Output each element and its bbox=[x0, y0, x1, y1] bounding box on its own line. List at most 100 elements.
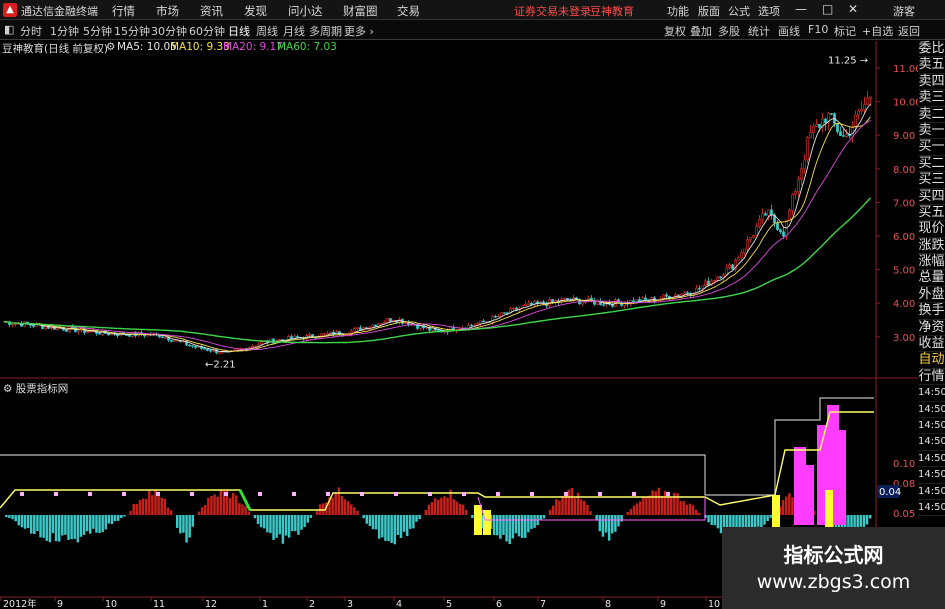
oscillator-bar bbox=[632, 505, 636, 515]
oscillator-bar bbox=[586, 504, 589, 515]
chart-canvas[interactable]: 11.25 →←2.21 11.0010.009.008.007.006.005… bbox=[0, 0, 945, 609]
oscillator-bar bbox=[309, 515, 313, 518]
side-item-earnings[interactable]: 收益 bbox=[918, 336, 945, 353]
side-item-turnover[interactable]: 换手 bbox=[918, 303, 945, 320]
side-item-ask4[interactable]: 卖四 bbox=[918, 74, 945, 91]
oscillator-bar bbox=[412, 515, 415, 529]
candle-body bbox=[209, 350, 212, 352]
oscillator-bar bbox=[203, 505, 207, 515]
oscillator-bar bbox=[33, 515, 36, 535]
side-item-auto[interactable]: 自动 bbox=[918, 352, 945, 369]
side-item-ask3[interactable]: 卖三 bbox=[918, 90, 945, 107]
oscillator-bar bbox=[200, 507, 204, 515]
side-item-bid-ratio[interactable]: 委比 bbox=[918, 41, 945, 58]
signal-dot bbox=[54, 492, 58, 496]
oscillator-bar bbox=[138, 500, 142, 515]
oscillator-bar bbox=[589, 511, 592, 515]
oscillator-bar bbox=[287, 515, 291, 538]
candle-body bbox=[752, 235, 755, 238]
oscillator-bar bbox=[629, 509, 633, 515]
oscillator-bar bbox=[458, 503, 462, 515]
oscillator-bar bbox=[384, 515, 387, 541]
side-item-quote[interactable]: 行情 bbox=[918, 369, 945, 386]
oscillator-bar bbox=[862, 515, 866, 527]
oscillator-bar bbox=[626, 511, 630, 515]
oscillator-bar bbox=[272, 515, 275, 540]
candle-body bbox=[503, 312, 506, 314]
side-item-bid1[interactable]: 买一 bbox=[918, 139, 945, 156]
oscillator-bar bbox=[694, 509, 698, 515]
date-tick-label: 9 bbox=[57, 599, 63, 609]
oscillator-bar bbox=[542, 515, 546, 519]
side-item-bid2[interactable]: 买二 bbox=[918, 156, 945, 173]
signal-spike bbox=[834, 430, 846, 525]
high-marker: 11.25 → bbox=[828, 56, 868, 67]
oscillator-bar bbox=[654, 491, 657, 515]
side-item-ask5[interactable]: 卖五 bbox=[918, 57, 945, 74]
oscillator-bar bbox=[645, 497, 648, 515]
date-tick-label: 1 bbox=[262, 599, 268, 609]
price-panel: 11.25 → ←2.21 bbox=[3, 56, 872, 370]
oscillator-bar bbox=[402, 515, 406, 532]
signal-dot bbox=[632, 492, 636, 496]
side-item-bid4[interactable]: 买四 bbox=[918, 189, 945, 205]
oscillator-bar bbox=[377, 515, 381, 539]
oscillator-bar bbox=[371, 515, 375, 530]
oscillator-bar bbox=[365, 515, 369, 524]
oscillator-bar bbox=[353, 507, 356, 515]
oscillator-bar bbox=[583, 500, 586, 515]
side-item-volume[interactable]: 总量 bbox=[918, 270, 945, 287]
candle-body bbox=[767, 209, 770, 216]
oscillator-bar bbox=[116, 515, 120, 521]
oscillator-bar bbox=[508, 515, 511, 545]
oscillator-bar bbox=[238, 503, 241, 515]
candle-body bbox=[776, 222, 779, 231]
tick-time: 14:50 bbox=[918, 418, 945, 435]
oscillator-bar bbox=[256, 515, 260, 525]
oscillator-bar bbox=[148, 490, 151, 515]
oscillator-bar bbox=[45, 515, 48, 541]
oscillator-bar bbox=[859, 515, 863, 527]
candle-body bbox=[812, 126, 815, 133]
candle-body bbox=[260, 341, 263, 345]
side-item-price[interactable]: 现价 bbox=[918, 221, 945, 238]
side-item-bid3[interactable]: 买三 bbox=[918, 172, 945, 189]
candle-body bbox=[854, 114, 857, 128]
oscillator-bar bbox=[231, 492, 235, 515]
candle-body bbox=[329, 331, 332, 334]
date-tick-label: 6 bbox=[496, 599, 502, 609]
candle-body bbox=[815, 123, 818, 127]
oscillator-bar bbox=[387, 515, 390, 542]
oscillator-bar bbox=[39, 515, 42, 538]
oscillator-bar bbox=[539, 515, 543, 520]
candle-body bbox=[86, 331, 89, 333]
oscillator-bar bbox=[716, 515, 720, 529]
indicator-tick-label: 0.05 bbox=[893, 509, 915, 520]
side-item-bid5[interactable]: 买五 bbox=[918, 205, 945, 222]
side-item-outer[interactable]: 外盘 bbox=[918, 287, 945, 304]
price-tick-label: 4.00 bbox=[893, 299, 915, 310]
ma10-line bbox=[3, 116, 871, 352]
candle-body bbox=[845, 133, 848, 137]
side-item-ask1[interactable]: 卖一 bbox=[918, 123, 945, 140]
oscillator-bar bbox=[598, 515, 602, 532]
candle-body bbox=[842, 135, 845, 137]
candle-body bbox=[296, 336, 299, 338]
side-item-net-asset[interactable]: 净资 bbox=[918, 320, 945, 337]
oscillator-bar bbox=[396, 515, 400, 535]
signal-dot bbox=[258, 492, 262, 496]
candle-body bbox=[290, 336, 293, 340]
oscillator-bar bbox=[791, 497, 794, 515]
candle-body bbox=[677, 294, 680, 297]
oscillator-bar bbox=[691, 505, 695, 515]
oscillator-bar bbox=[284, 515, 288, 536]
indicator-panel bbox=[0, 397, 874, 545]
oscillator-bar bbox=[334, 492, 337, 515]
side-item-change-pct[interactable]: 涨幅 bbox=[918, 254, 945, 271]
oscillator-bar bbox=[405, 515, 409, 537]
side-item-ask2[interactable]: 卖二 bbox=[918, 107, 945, 123]
low-marker: ←2.21 bbox=[205, 359, 236, 370]
candle-body bbox=[719, 276, 722, 279]
side-item-change[interactable]: 涨跌 bbox=[918, 238, 945, 255]
oscillator-bar bbox=[67, 515, 70, 540]
